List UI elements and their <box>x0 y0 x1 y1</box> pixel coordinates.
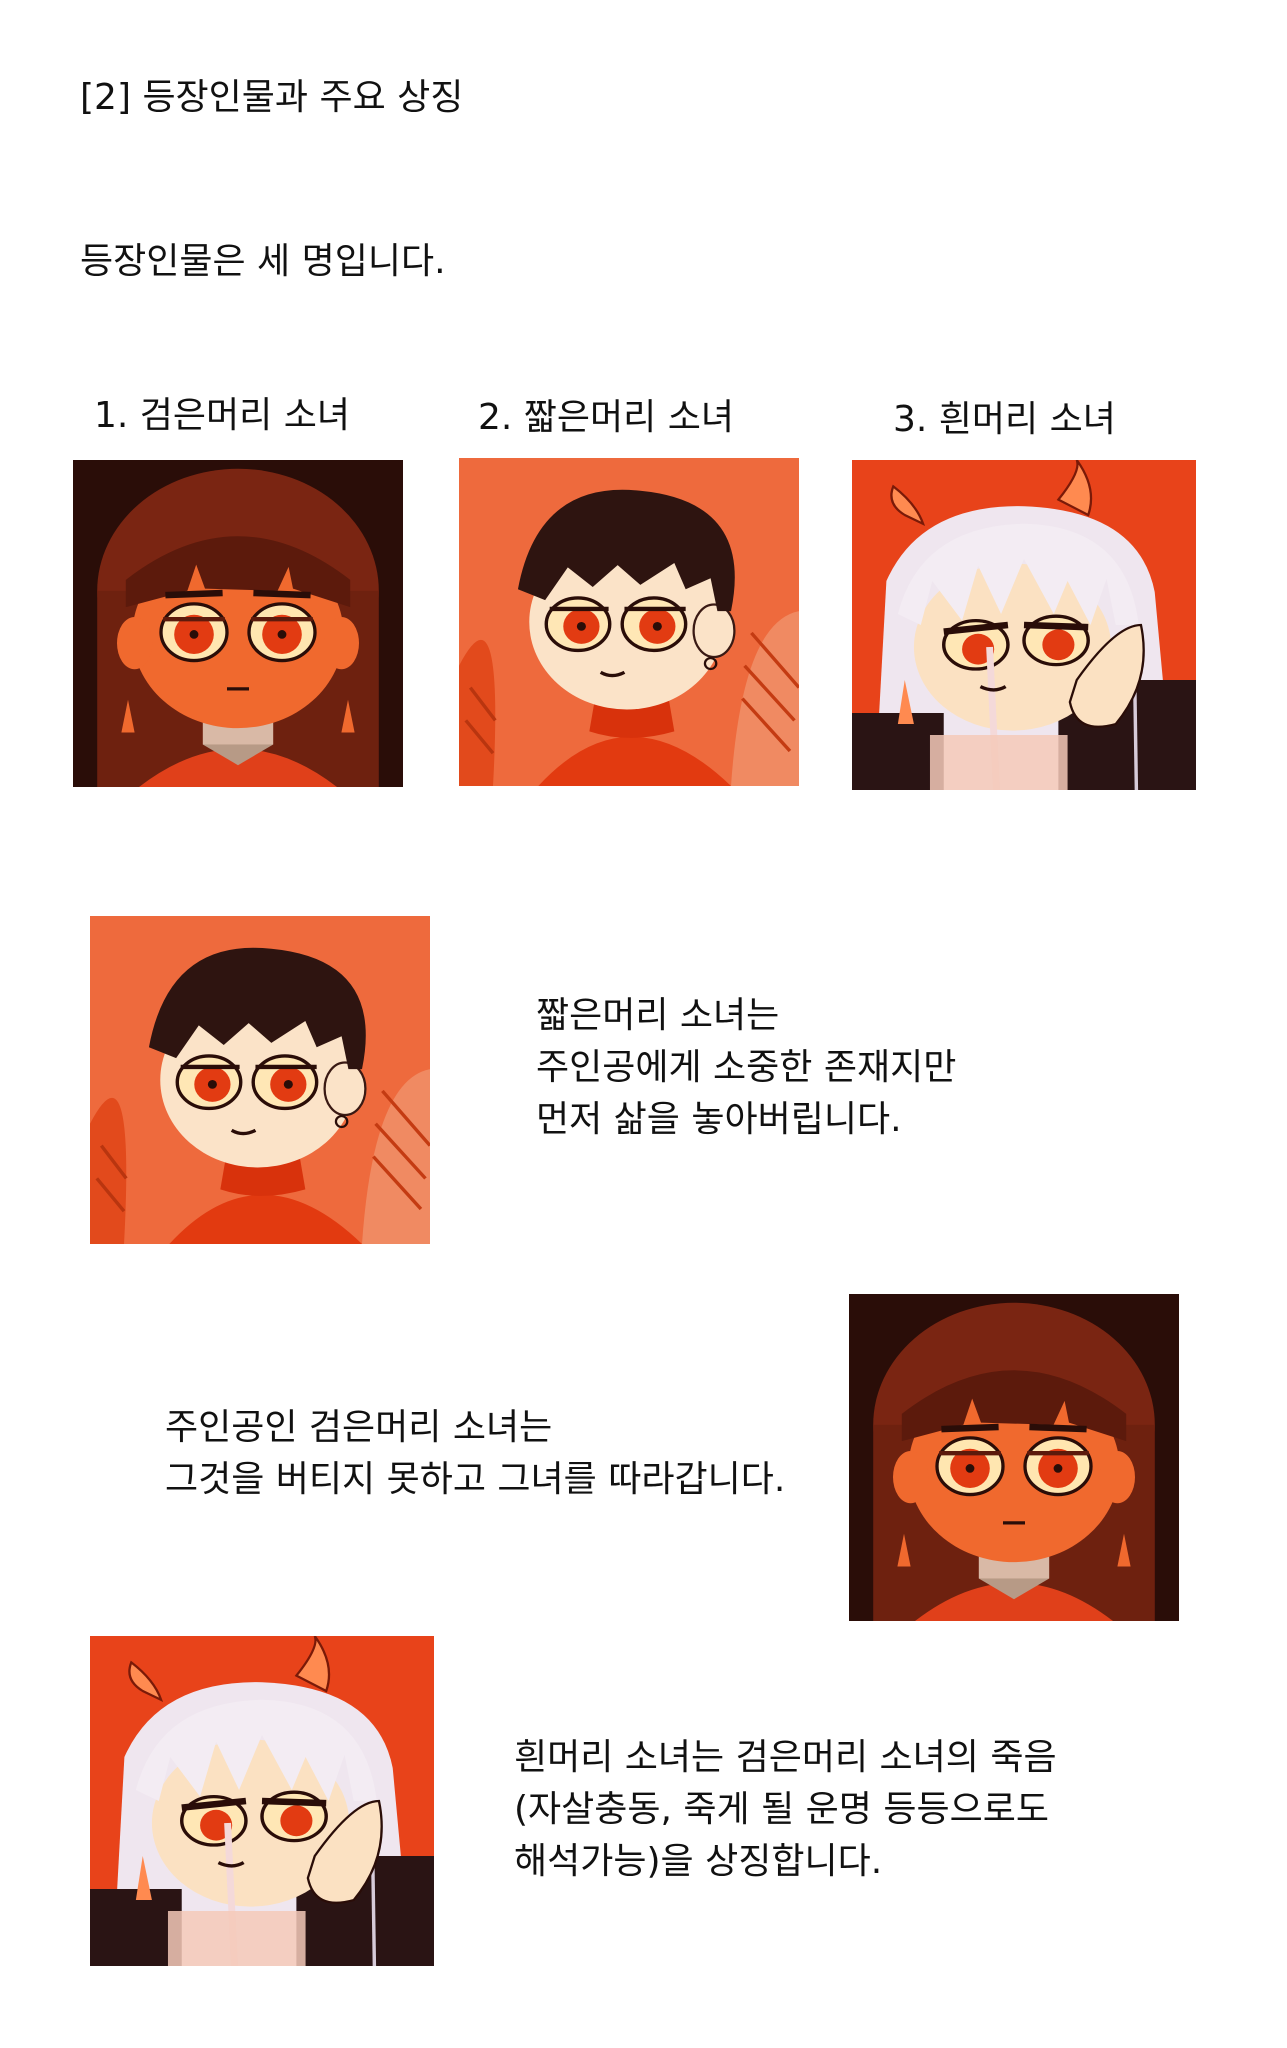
text-line: 흰머리 소녀는 검은머리 소녀의 죽음 <box>514 1737 1057 1778</box>
section-white-hair-text: 흰머리 소녀는 검은머리 소녀의 죽음 (자살충동, 죽게 될 운명 등등으로도… <box>514 1732 1057 1888</box>
text-line: 먼저 삶을 놓아버립니다. <box>536 1099 902 1140</box>
section-black-hair-text: 주인공인 검은머리 소녀는 그것을 버티지 못하고 그녀를 따라갑니다. <box>165 1402 785 1506</box>
section-heading: [2] 등장인물과 주요 상징 <box>80 77 464 118</box>
text-line: 주인공인 검은머리 소녀는 <box>165 1407 553 1448</box>
portrait-black-hair-girl <box>73 460 403 787</box>
character-label-short-hair: 2. 짧은머리 소녀 <box>478 397 734 438</box>
text-line: 해석가능)을 상징합니다. <box>514 1841 883 1882</box>
text-line: 주인공에게 소중한 존재지만 <box>536 1047 957 1088</box>
character-label-black-hair: 1. 검은머리 소녀 <box>94 395 350 436</box>
portrait-white-hair-girl-large <box>90 1636 434 1966</box>
portrait-black-hair-girl-large <box>849 1294 1179 1621</box>
text-line: (자살충동, 죽게 될 운명 등등으로도 <box>514 1789 1049 1830</box>
intro-text: 등장인물은 세 명입니다. <box>80 241 446 282</box>
section-short-hair-text: 짧은머리 소녀는 주인공에게 소중한 존재지만 먼저 삶을 놓아버립니다. <box>536 990 956 1146</box>
text-line: 그것을 버티지 못하고 그녀를 따라갑니다. <box>165 1459 786 1500</box>
portrait-white-hair-girl <box>852 460 1196 790</box>
text-line: 짧은머리 소녀는 <box>536 995 780 1036</box>
portrait-short-hair-girl <box>459 458 799 786</box>
character-label-white-hair: 3. 흰머리 소녀 <box>893 399 1116 440</box>
portrait-short-hair-girl-large <box>90 916 430 1244</box>
